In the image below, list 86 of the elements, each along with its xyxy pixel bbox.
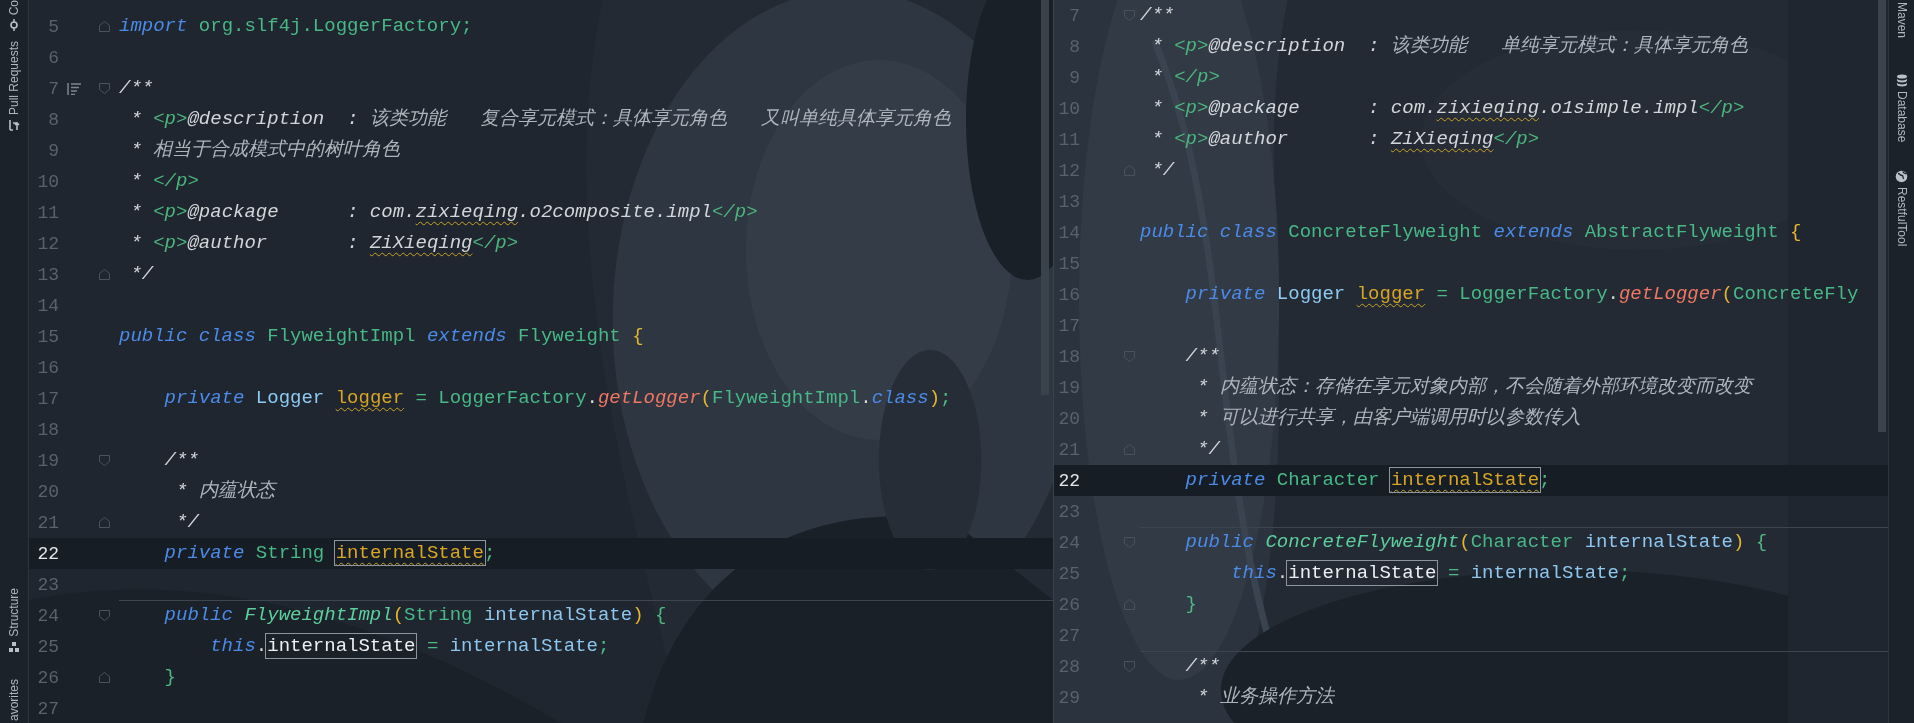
commit-icon: [8, 19, 20, 32]
code-line: /**: [163, 449, 199, 471]
code-line: }: [1184, 593, 1197, 615]
code-line: import org.slf4j.LoggerFactory;: [119, 15, 473, 37]
fold-icon[interactable]: [98, 610, 110, 621]
code-line: public class ConcreteFlyweight extends AbstractFlyweight {: [1140, 221, 1802, 243]
line-number: 17: [36, 388, 59, 409]
line-number: 7: [47, 78, 59, 99]
line-number: 12: [36, 233, 59, 254]
code-line: }: [163, 666, 176, 688]
tool-window-button[interactable]: avorites: [7, 676, 21, 723]
fold-icon[interactable]: [1123, 661, 1135, 672]
pull-request-icon: [8, 119, 20, 132]
code-line: private Logger logger = LoggerFactory.getLogger(FlyweightImpl.class);: [163, 387, 952, 409]
line-number: 10: [36, 171, 59, 192]
line-number: 13: [36, 264, 59, 285]
code-line: /**: [1184, 655, 1220, 677]
tool-window-button[interactable]: RestfulTool: [1894, 168, 1909, 249]
code-line: public class FlyweightImpl extends Flyweight {: [119, 325, 644, 347]
line-number: 19: [36, 450, 59, 471]
scrollbar-thumb[interactable]: [1878, 0, 1886, 432]
code-line: private Logger logger = LoggerFactory.getLogger(ConcreteFly: [1184, 283, 1859, 305]
code-line: * <p>@author : ZiXieqing</p>: [1150, 128, 1540, 150]
code-line: */: [1196, 438, 1220, 460]
line-number: 16: [36, 357, 59, 378]
line-number: 22: [1057, 470, 1080, 491]
code-line: * <p>@package : com.zixieqing.o1simple.impl</p>: [1150, 97, 1745, 119]
line-number: 21: [36, 512, 59, 533]
code-line: /**: [1140, 4, 1175, 26]
code-line: * 相当于合成模式中的树叶角色: [129, 139, 401, 161]
line-number: 25: [36, 636, 59, 657]
line-number: 14: [36, 295, 59, 316]
code-line: * 业务操作方法: [1196, 686, 1334, 708]
fold-icon[interactable]: [98, 517, 110, 528]
fold-icon[interactable]: [98, 269, 110, 280]
tool-window-button[interactable]: Maven: [1894, 0, 1909, 41]
line-number: 24: [36, 605, 59, 626]
code-line: */: [175, 511, 199, 533]
fold-icon[interactable]: [98, 455, 110, 466]
tool-window-button[interactable]: Pull Requests: [7, 39, 21, 134]
tool-window-button[interactable]: Structure: [7, 586, 21, 655]
tool-window-button[interactable]: Database: [1894, 72, 1909, 145]
code-line: public FlyweightImpl(String internalState) {: [163, 604, 667, 626]
structure-icon: [8, 640, 20, 653]
tool-window-button[interactable]: Co: [7, 0, 21, 34]
database-icon: [1895, 74, 1908, 88]
line-number: 18: [36, 419, 59, 440]
code-line: private String internalState;: [163, 542, 496, 564]
line-number: 22: [36, 543, 59, 564]
code-line: private Character internalState;: [1184, 469, 1551, 491]
fold-icon[interactable]: [98, 672, 110, 683]
code-line: public ConcreteFlyweight(Character internalState) {: [1184, 531, 1768, 553]
fold-icon[interactable]: [98, 21, 110, 32]
code-line: * <p>@package : com.zixieqing.o2composite.impl</p>: [129, 201, 758, 223]
line-number: 5: [47, 16, 59, 37]
line-number: 15: [36, 326, 59, 347]
fold-icon[interactable]: [1123, 351, 1135, 362]
line-number: 20: [36, 481, 59, 502]
code-line: */: [129, 263, 154, 285]
code-line: /**: [119, 77, 154, 99]
line-number: 27: [36, 698, 59, 719]
code-line: * <p>@description : 该类功能 单纯享元模式：具体享元角色: [1150, 35, 1749, 57]
fold-icon[interactable]: [1123, 537, 1135, 548]
fold-icon[interactable]: [1123, 165, 1135, 176]
code-line: * <p>@author : ZiXieqing</p>: [129, 232, 519, 254]
code-line: * </p>: [129, 170, 199, 192]
globe-icon: [1895, 170, 1908, 184]
code-line: * </p>: [1150, 66, 1220, 88]
scrollbar-thumb[interactable]: [1041, 0, 1049, 395]
fold-icon[interactable]: [1123, 599, 1135, 610]
code-line: */: [1150, 159, 1175, 181]
code-line: * 可以进行共享，由客户端调用时以参数传入: [1196, 407, 1581, 429]
fold-icon[interactable]: [98, 83, 110, 94]
code-line: this.internalState = internalState;: [1230, 562, 1631, 584]
line-number: 11: [36, 202, 59, 223]
fold-icon[interactable]: [1123, 10, 1135, 21]
line-number: 8: [47, 109, 59, 130]
code-line: /**: [1184, 345, 1220, 367]
code-line: * <p>@description : 该类功能 复合享元模式：具体享元角色 又叫单纯具体享元角色: [129, 108, 952, 130]
line-number: 23: [36, 574, 59, 595]
line-number: 6: [47, 47, 59, 68]
fold-icon[interactable]: [1123, 444, 1135, 455]
line-number: 26: [36, 667, 59, 688]
line-number: 9: [47, 140, 59, 161]
doc-lines-icon[interactable]: [67, 82, 81, 95]
code-line: this.internalState = internalState;: [209, 635, 610, 657]
